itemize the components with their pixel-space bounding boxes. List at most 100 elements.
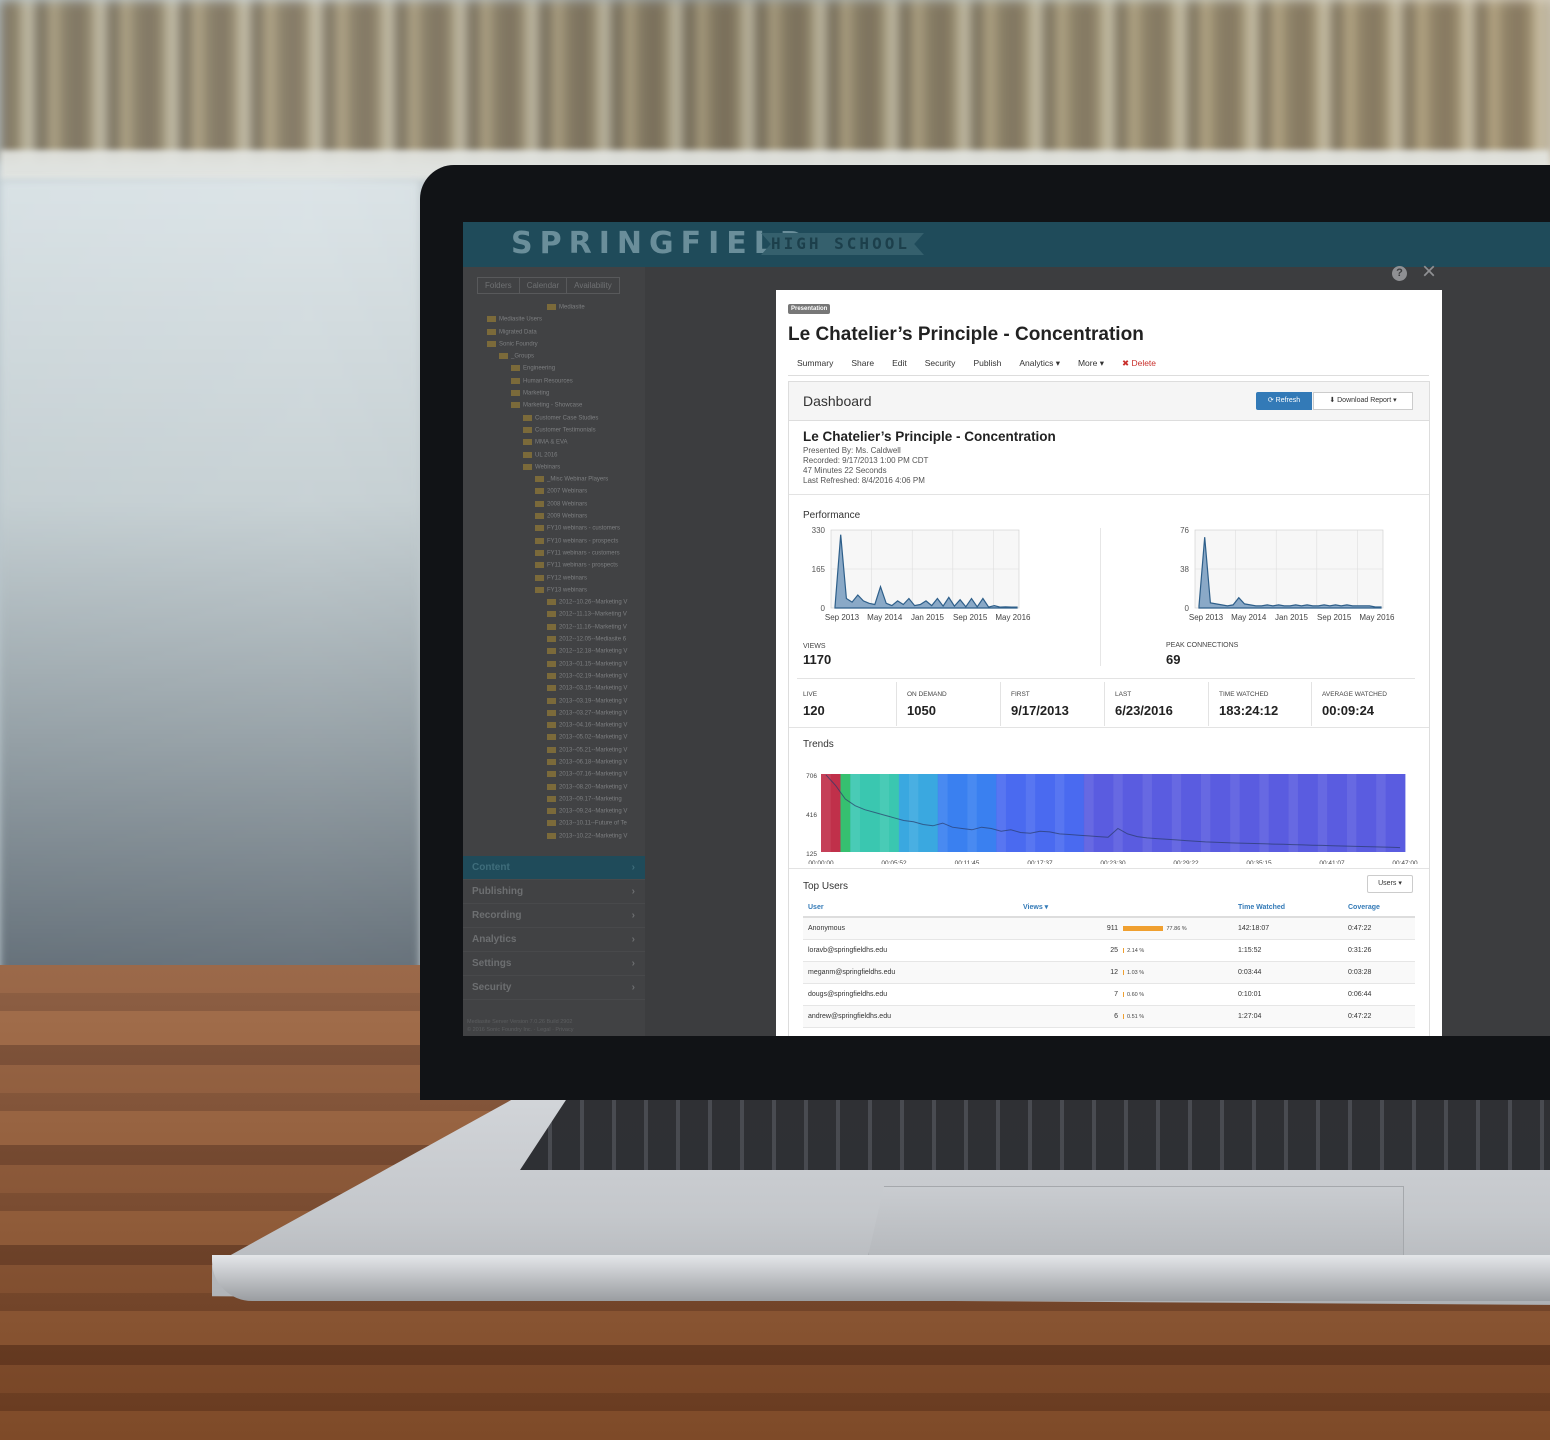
tree-folder-item[interactable]: 2008 Webinars — [465, 500, 645, 513]
tree-folder-label: FY11 webinars - customers — [547, 550, 620, 557]
refresh-button[interactable]: ⟳ Refresh — [1256, 392, 1312, 410]
tree-folder-item[interactable]: 2013--01.15--Marketing V — [465, 660, 645, 673]
tree-folder-item[interactable]: 2012--12.18--Marketing V — [465, 648, 645, 660]
nav-item-content[interactable]: Content › — [463, 856, 645, 880]
tree-folder-item[interactable]: 2013--04.16--Marketing V — [465, 722, 645, 734]
menu-analytics[interactable]: Analytics ▾ — [1019, 358, 1060, 369]
tree-folder-item[interactable]: Marketing - Showcase — [465, 402, 645, 414]
tree-folder-item[interactable]: 2012--11.13--Marketing V — [465, 611, 645, 623]
tree-folder-item[interactable]: 2012--12.05--Mediasite 6 — [465, 636, 645, 648]
folder-icon — [547, 734, 556, 741]
heatmap-cell — [898, 774, 909, 852]
tree-folder-item[interactable]: _Misc Webinar Players — [465, 476, 645, 488]
tree-folder-label: 2013--09.24--Marketing V — [559, 808, 628, 815]
help-icon[interactable]: ? — [1392, 266, 1407, 281]
menu-edit[interactable]: Edit — [892, 358, 907, 369]
tree-folder-item[interactable]: 2013--07.16--Marketing V — [465, 771, 645, 783]
tree-folder-item[interactable]: Engineering — [465, 365, 645, 377]
menu-delete[interactable]: ✖ Delete — [1122, 358, 1156, 369]
col-views[interactable]: Views ▾ — [1018, 898, 1233, 918]
y-tick-label: 125 — [806, 851, 817, 858]
left-nav: Content › Publishing › Recording › Analytics › S… — [463, 856, 645, 1000]
tree-folder-item[interactable]: 2013--03.19--Marketing V — [465, 697, 645, 710]
tree-folder-label: 2013--03.19--Marketing V — [559, 698, 628, 705]
folder-icon — [523, 439, 532, 446]
tree-folder-item[interactable]: Sonic Foundry — [465, 340, 645, 353]
menu-summary[interactable]: Summary — [797, 358, 833, 369]
tree-folder-item[interactable]: 2013--09.24--Marketing V — [465, 808, 645, 820]
menu-security[interactable]: Security — [925, 358, 956, 369]
tree-folder-item[interactable]: FY10 webinars - customers — [465, 525, 645, 537]
tree-folder-item[interactable]: _Groups — [465, 353, 645, 365]
table-row[interactable]: Anonymous 911 77.86 % 142:18:07 0:47:22 — [803, 917, 1415, 940]
tree-folder-item[interactable]: Migrated Data — [465, 328, 645, 341]
heatmap-cell — [1249, 774, 1260, 852]
col-time-watched[interactable]: Time Watched — [1233, 898, 1343, 918]
x-tick-label: 00:17:37 — [1027, 860, 1053, 864]
table-row[interactable]: andrew@springfieldhs.edu 6 0.51 % 1:27:04 0:… — [803, 1005, 1415, 1028]
duration: 47 Minutes 22 Seconds — [803, 466, 887, 475]
tree-folder-item[interactable]: MMA & EVA — [465, 439, 645, 451]
heatmap-cell — [1210, 774, 1221, 852]
peak-connections-value: 69 — [1166, 652, 1181, 667]
cell-user: meganm@springfieldhs.edu — [803, 961, 1018, 984]
col-user[interactable]: User — [803, 898, 1018, 918]
percent-wrap: 77.86 % — [1118, 925, 1228, 932]
divider — [789, 494, 1429, 495]
tab-availability[interactable]: Availability — [566, 277, 620, 294]
tree-folder-item[interactable]: 2013--02.19--Marketing V — [465, 672, 645, 685]
heatmap-cell — [1054, 774, 1065, 852]
tree-folder-item[interactable]: Customer Case Studies — [465, 414, 645, 427]
tree-folder-item[interactable]: 2012--10.26--Marketing V — [465, 599, 645, 611]
tree-folder-label: 2013--09.17--Marketing — [559, 796, 622, 803]
col-coverage[interactable]: Coverage — [1343, 898, 1415, 918]
tree-folder-item[interactable]: 2013--03.15--Marketing V — [465, 685, 645, 697]
tree-folder-item[interactable]: 2013--05.02--Marketing V — [465, 734, 645, 746]
menu-share[interactable]: Share — [851, 358, 874, 369]
tree-folder-item[interactable]: Webinars — [465, 463, 645, 476]
divider — [797, 678, 1415, 679]
tree-folder-item[interactable]: 2012--11.16--Marketing V — [465, 623, 645, 636]
window-background — [0, 180, 420, 980]
table-row[interactable]: loravb@springfieldhs.edu 25 2.14 % 1:15:52 0… — [803, 939, 1415, 962]
nav-item-settings[interactable]: Settings › — [463, 952, 645, 976]
tree-folder-item[interactable]: 2013--10.22--Marketing V — [465, 832, 645, 845]
stat-value: 183:24:12 — [1219, 703, 1279, 718]
tree-folder-item[interactable]: 2013--05.21--Marketing V — [465, 746, 645, 759]
tree-folder-item[interactable]: UL 2016 — [465, 451, 645, 464]
cell-coverage: 0:47:22 — [1343, 917, 1415, 940]
users-dropdown-button[interactable]: Users ▾ — [1367, 875, 1413, 893]
tab-folders[interactable]: Folders — [477, 277, 520, 294]
nav-item-analytics[interactable]: Analytics › — [463, 928, 645, 952]
nav-item-security[interactable]: Security › — [463, 976, 645, 1000]
tree-folder-item[interactable]: 2013--08.20--Marketing V — [465, 783, 645, 796]
table-row[interactable]: dougs@springfieldhs.edu 7 0.60 % 0:10:01 0:0… — [803, 983, 1415, 1006]
tree-folder-item[interactable]: FY13 webinars — [465, 586, 645, 599]
menu-publish[interactable]: Publish — [973, 358, 1001, 369]
tree-folder-item[interactable]: 2013--06.18--Marketing V — [465, 758, 645, 771]
tree-folder-item[interactable]: FY12 webinars — [465, 574, 645, 587]
folder-icon — [547, 672, 556, 679]
tree-folder-item[interactable]: FY11 webinars - customers — [465, 549, 645, 562]
tree-folder-item[interactable]: 2007 Webinars — [465, 488, 645, 500]
tree-folder-item[interactable]: FY10 webinars - prospects — [465, 537, 645, 550]
nav-item-recording[interactable]: Recording › — [463, 904, 645, 928]
tree-folder-item[interactable]: Mediasite — [465, 304, 645, 316]
tree-folder-item[interactable]: 2013--10.11--Future of Te — [465, 820, 645, 832]
download-report-button[interactable]: ⬇ Download Report ▾ — [1313, 392, 1413, 410]
close-icon[interactable]: × — [1422, 260, 1436, 284]
tree-folder-item[interactable]: 2009 Webinars — [465, 513, 645, 525]
menu-more[interactable]: More ▾ — [1078, 358, 1104, 369]
tree-folder-item[interactable]: 2013--09.17--Marketing — [465, 795, 645, 808]
tab-calendar[interactable]: Calendar — [518, 277, 568, 294]
tree-folder-item[interactable]: 2013--03.27--Marketing V — [465, 709, 645, 722]
tree-folder-item[interactable]: Customer Testimonials — [465, 426, 645, 439]
tree-folder-item[interactable]: Marketing — [465, 390, 645, 402]
table-row[interactable]: meganm@springfieldhs.edu 12 1.03 % 0:03:44 0… — [803, 961, 1415, 984]
tree-folder-item[interactable]: FY11 webinars - prospects — [465, 562, 645, 574]
stat-last: LAST 6/23/2016 — [1104, 682, 1209, 726]
nav-item-publishing[interactable]: Publishing › — [463, 880, 645, 904]
tree-folder-item[interactable]: Human Resources — [465, 377, 645, 390]
tree-folder-item[interactable]: Mediasite Users — [465, 316, 645, 328]
heatmap-cell — [1375, 774, 1386, 852]
